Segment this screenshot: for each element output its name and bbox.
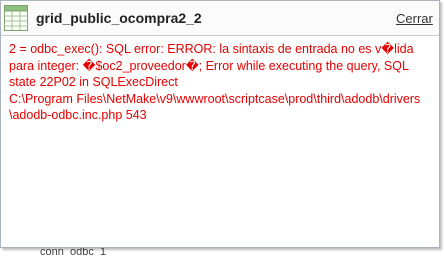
error-line: 2 = odbc_exec(): SQL error: ERROR: la si… — [9, 42, 414, 56]
error-message: 2 = odbc_exec(): SQL error: ERROR: la si… — [9, 41, 437, 124]
error-line: \adodb-odbc.inc.php 543 — [9, 108, 147, 122]
error-line: state 22P02 in SQLExecDirect — [9, 75, 178, 89]
background-partial-text: conn_odbc_1 — [40, 248, 107, 256]
error-line: para integer: �$oc2_proveedor�; Error wh… — [9, 58, 409, 73]
error-line: C:\Program Files\NetMake\v9\wwwroot\scri… — [9, 91, 421, 106]
background-page: conn_odbc_1 — [0, 248, 444, 256]
popup-titlebar: grid_public_ocompra2_2 Cerrar — [1, 1, 439, 36]
close-link[interactable]: Cerrar — [396, 11, 433, 26]
error-popup: grid_public_ocompra2_2 Cerrar 2 = odbc_e… — [0, 0, 440, 248]
grid-table-icon — [4, 5, 28, 31]
popup-title: grid_public_ocompra2_2 — [36, 10, 202, 26]
